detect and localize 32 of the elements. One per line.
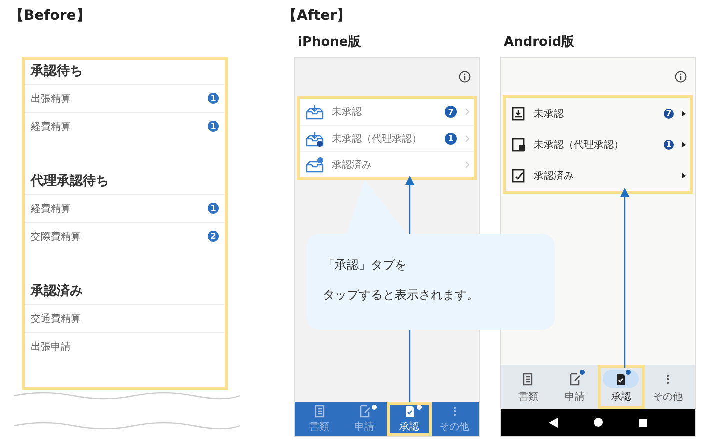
tab[interactable]: 承認 (387, 402, 432, 436)
group-title: 承認済み (30, 282, 84, 301)
menu-item[interactable]: 未承認（代理承認） (534, 138, 656, 152)
count-badge: 1 (208, 203, 219, 214)
list-item[interactable]: 経費精算 (31, 120, 71, 134)
tab[interactable]: その他 (644, 365, 691, 409)
menu-item[interactable]: 承認済み (534, 168, 674, 182)
list-item[interactable]: 交際費精算 (31, 230, 81, 244)
count-badge: 1 (208, 93, 219, 104)
platform-title: Android版 (504, 34, 576, 50)
count-badge: 1 (208, 121, 219, 132)
group-title: 承認待ち (30, 63, 84, 81)
list-item[interactable]: 交通費精算 (31, 312, 81, 326)
section-heading: 【After】 (283, 8, 352, 25)
platform-title: iPhone版 (298, 34, 362, 50)
count-badge: 2 (208, 231, 219, 242)
list-item[interactable]: 経費精算 (31, 202, 71, 216)
callout-text: 「承認」タブを タップすると表示されます。 (323, 257, 479, 304)
tab[interactable]: 書類 (505, 365, 552, 409)
section-heading: 【Before】 (10, 8, 92, 25)
menu-item[interactable]: 承認済み (332, 158, 457, 172)
list-item[interactable]: 出張精算 (31, 92, 71, 106)
menu-item[interactable]: 未承認（代理承認） (332, 132, 437, 146)
count-badge: 7 (664, 108, 674, 118)
count-badge: 7 (445, 106, 457, 118)
menu-item[interactable]: 未承認 (332, 105, 437, 119)
list-item[interactable]: 出張申請 (31, 340, 71, 354)
menu-item[interactable]: 未承認 (534, 106, 656, 120)
group-title: 代理承認待ち (30, 173, 110, 191)
tab[interactable]: 申請 (552, 365, 598, 409)
count-badge: 1 (445, 132, 457, 144)
count-badge: 1 (664, 140, 674, 150)
